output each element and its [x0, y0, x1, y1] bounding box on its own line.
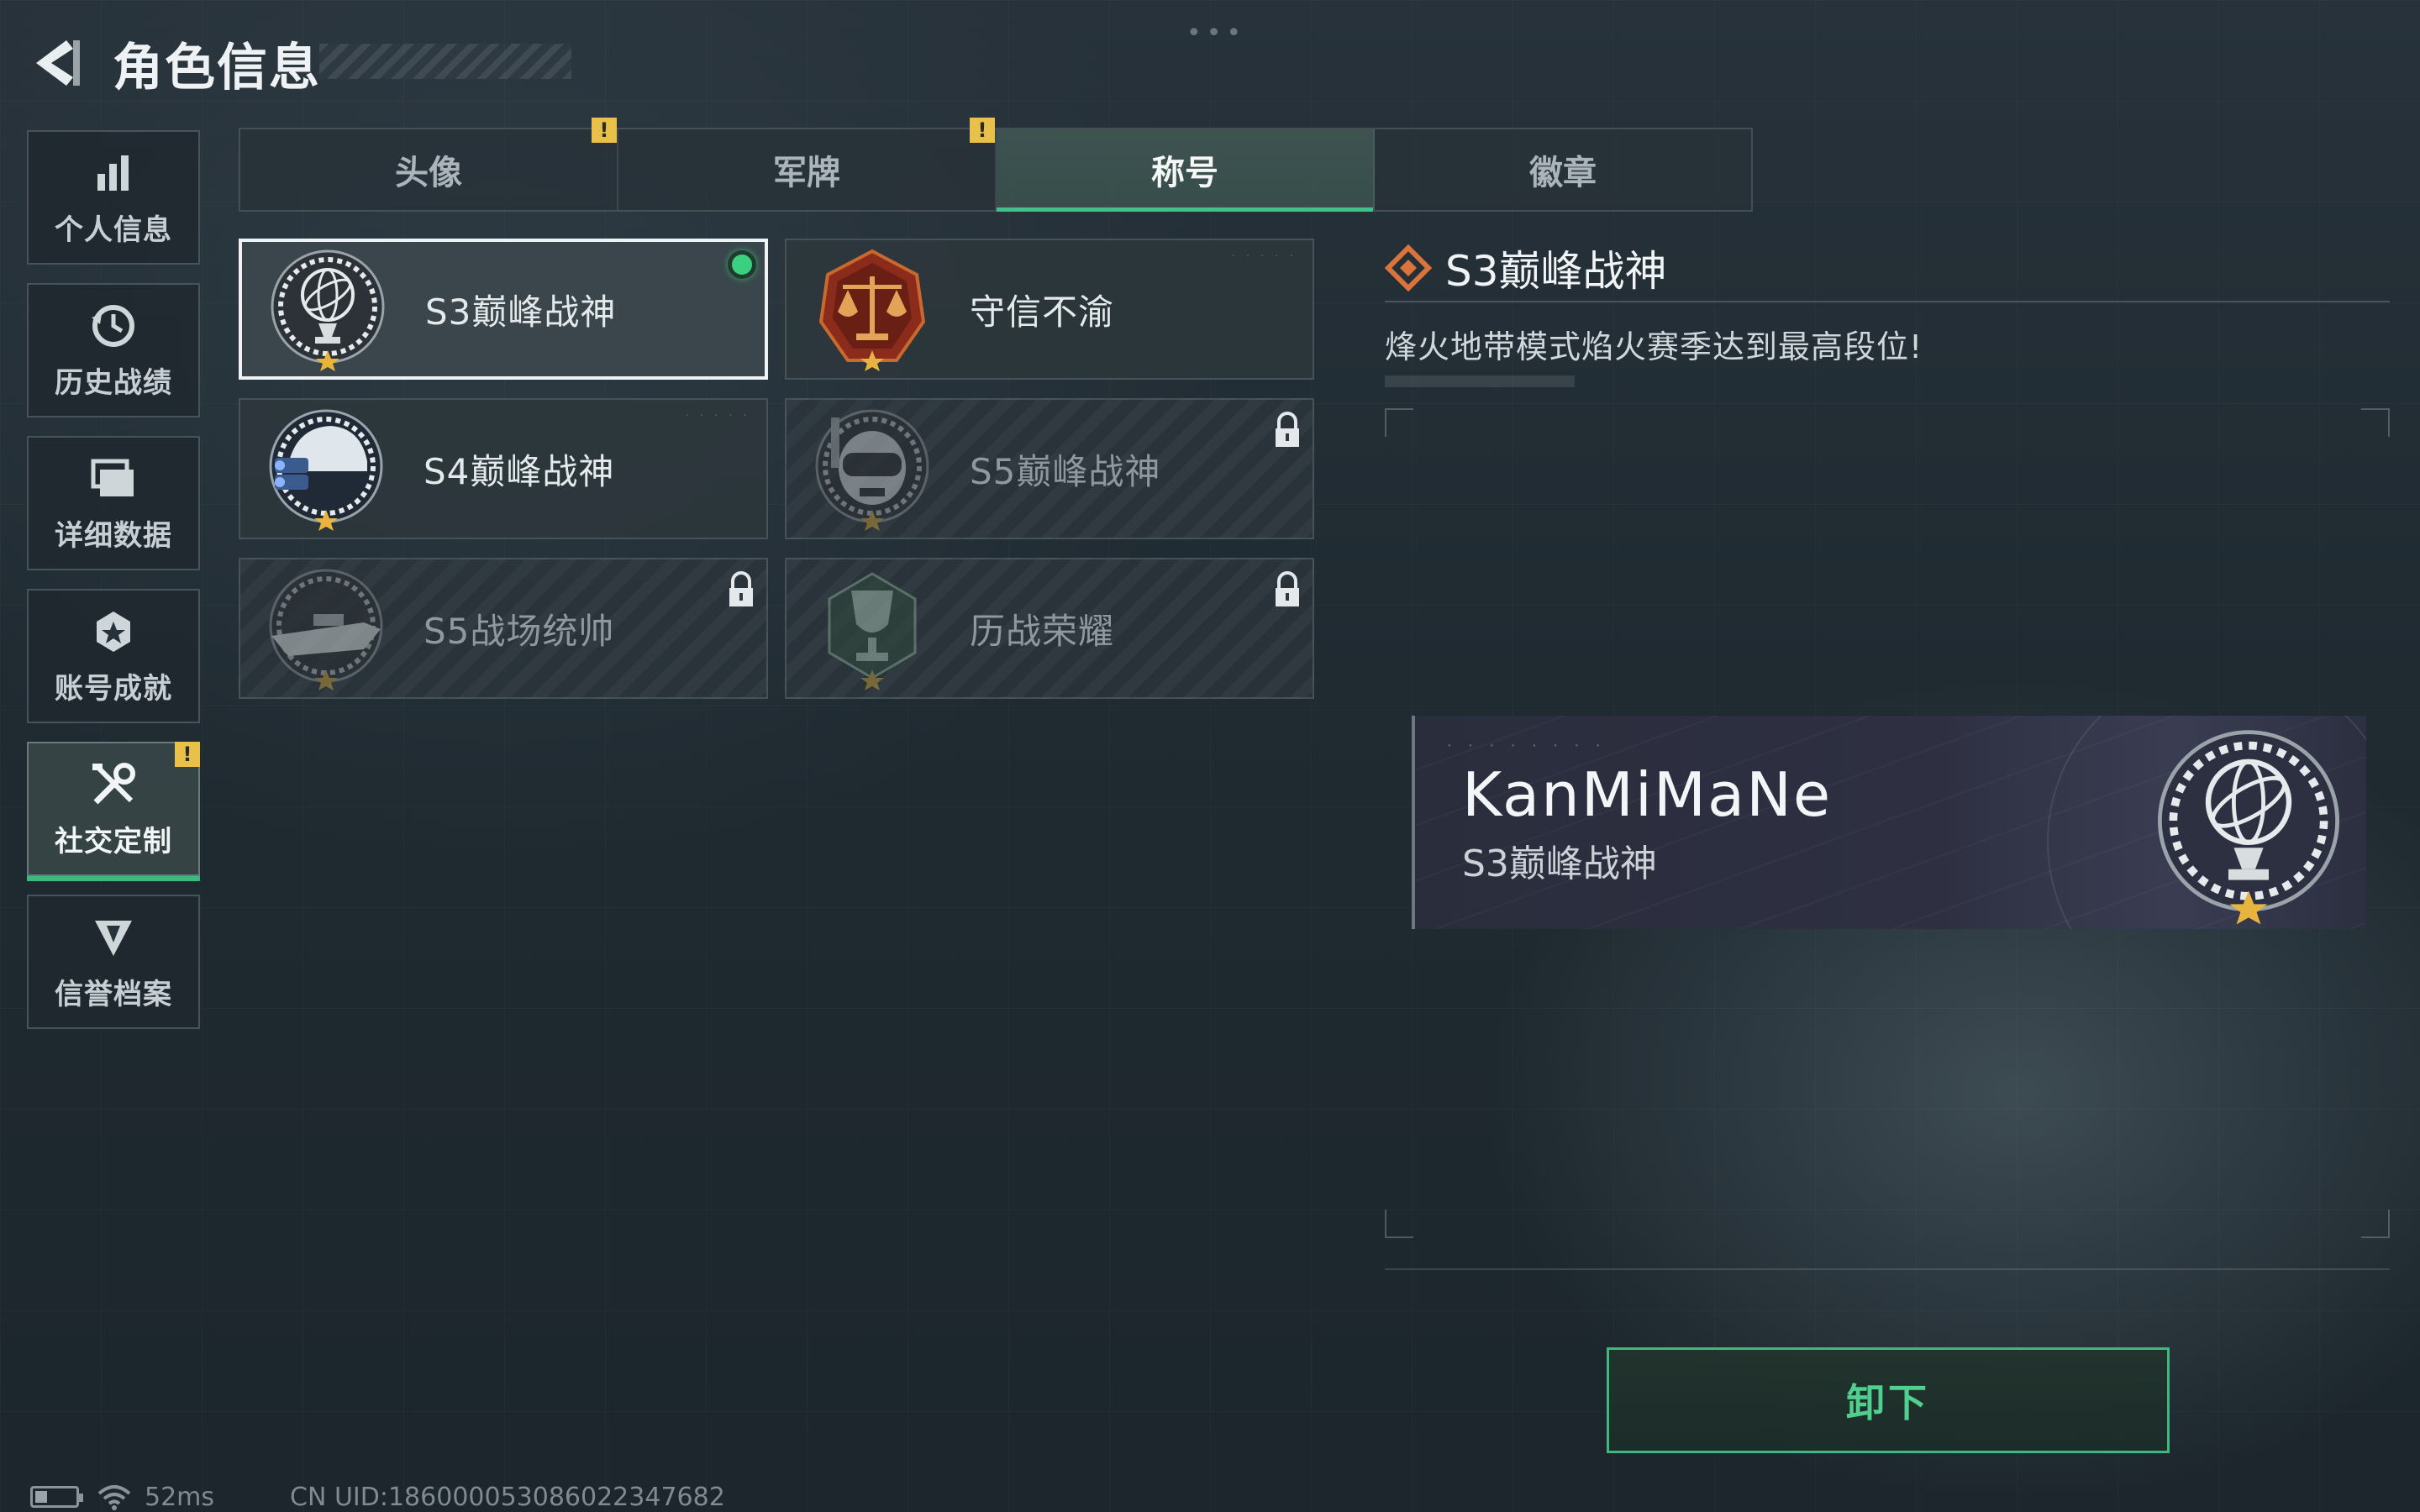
- wifi-icon: [97, 1485, 131, 1510]
- detail-title-row: S3巅峰战神: [1385, 235, 2390, 302]
- lock-icon: [729, 571, 753, 606]
- detail-decoration-bar: [1385, 375, 1575, 387]
- equipped-indicator: [728, 250, 756, 279]
- sidebar-item-label: 详细数据: [55, 518, 172, 553]
- title-card-name: S3巅峰战神: [425, 291, 617, 333]
- scales-of-justice-emblem-icon: [805, 242, 939, 376]
- sidebar-item-label: 个人信息: [55, 213, 172, 247]
- divider: [1385, 1268, 2390, 1270]
- trophy-emblem-icon: [805, 561, 939, 696]
- sidebar-item-history[interactable]: 历史战绩: [27, 283, 200, 417]
- sidebar-item-social-custom[interactable]: ! 社交定制: [27, 742, 200, 881]
- player-name: KanMiMaNe: [1462, 759, 1833, 830]
- sidebar-item-label: 历史战绩: [55, 365, 172, 400]
- frame-corner: [1385, 1210, 1413, 1238]
- warning-badge: !: [175, 742, 200, 767]
- clock-history-icon: [88, 301, 139, 351]
- title-card[interactable]: S5战场统帅: [239, 558, 768, 699]
- warning-badge: !: [970, 118, 995, 143]
- tools-icon: [88, 759, 139, 810]
- diving-mask-skull-emblem-icon: [805, 402, 939, 536]
- tab-bar: 头像 ! 军牌 ! 称号 徽章: [239, 118, 1753, 212]
- sidebar: 个人信息 历史战绩 详细数据 账号成就 ! 社交定制 信誉档案: [27, 130, 200, 1047]
- tab-military-tag[interactable]: 军牌 !: [618, 118, 997, 210]
- card-decoration-text: · · · · ·: [684, 410, 750, 421]
- frame-corner: [2361, 408, 2390, 437]
- lock-icon: [1276, 571, 1299, 606]
- title-card-name: 守信不渝: [970, 291, 1115, 333]
- status-bar: 52ms CN UID:1860000530860223476​82: [30, 1482, 725, 1512]
- sidebar-item-label: 账号成就: [55, 671, 172, 706]
- header: 角色信息: [25, 25, 321, 101]
- sidebar-item-achievements[interactable]: 账号成就: [27, 589, 200, 723]
- page-title: 角色信息: [113, 38, 321, 97]
- title-card[interactable]: · · · · · S4巅峰战神: [239, 398, 768, 539]
- more-dots-icon[interactable]: •••: [1186, 18, 1246, 48]
- battery-icon: [30, 1486, 83, 1508]
- title-card-name: S5巅峰战神: [970, 450, 1161, 492]
- armillary-sphere-emblem-icon: [260, 242, 395, 376]
- back-arrow-icon: [36, 40, 80, 86]
- nameplate-title: S3巅峰战神: [1462, 843, 1657, 885]
- title-card[interactable]: 历战荣耀: [785, 558, 1314, 699]
- tab-avatar[interactable]: 头像 !: [240, 118, 618, 210]
- shield-emblem-icon: [88, 912, 139, 963]
- sidebar-item-detail-data[interactable]: 详细数据: [27, 436, 200, 570]
- title-card-name: S5战场统帅: [424, 610, 615, 652]
- diamond-rank-icon: [1385, 244, 1432, 291]
- title-detail-panel: S3巅峰战神 烽火地带模式焰火赛季达到最高段位!: [1385, 235, 2390, 387]
- achievement-badge-icon: [88, 606, 139, 657]
- detail-title: S3巅峰战神: [1445, 247, 1667, 296]
- tab-title[interactable]: 称号: [997, 129, 1375, 212]
- title-card[interactable]: S5巅峰战神: [785, 398, 1314, 539]
- tab-label: 徽章: [1529, 154, 1597, 192]
- detail-description: 烽火地带模式焰火赛季达到最高段位!: [1385, 328, 1923, 365]
- speedboat-emblem-icon: [259, 561, 393, 696]
- sidebar-item-label: 信誉档案: [55, 977, 172, 1011]
- frame-corner: [2361, 1210, 2390, 1238]
- ping-value: 52ms: [145, 1482, 215, 1512]
- title-card[interactable]: · · · · · 守信不渝: [785, 239, 1314, 380]
- title-card-name: S4巅峰战神: [424, 450, 615, 492]
- unequip-button[interactable]: 卸下: [1607, 1347, 2170, 1453]
- armillary-sphere-emblem-icon: [2158, 730, 2339, 925]
- tab-label: 头像: [395, 154, 462, 192]
- nameplate-decoration-text: · · · · · · · ·: [1445, 738, 1605, 753]
- user-uid: CN UID:1860000530860223476​82: [290, 1482, 725, 1512]
- lock-icon: [1276, 412, 1299, 447]
- bar-chart-icon: [88, 148, 139, 198]
- sidebar-item-reputation[interactable]: 信誉档案: [27, 895, 200, 1029]
- sidebar-item-label: 社交定制: [55, 824, 172, 858]
- title-decoration: [319, 44, 571, 79]
- night-vision-helmet-emblem-icon: [259, 402, 393, 536]
- nameplate-preview: · · · · · · · · KanMiMaNe S3巅峰战神: [1412, 716, 2366, 929]
- tab-label: 军牌: [773, 154, 840, 192]
- tab-label: 称号: [1151, 154, 1218, 192]
- frame-corner: [1385, 408, 1413, 437]
- back-button[interactable]: [25, 29, 92, 97]
- title-card-name: 历战荣耀: [970, 610, 1115, 652]
- tab-badge[interactable]: 徽章: [1375, 129, 1751, 210]
- sidebar-item-personal-info[interactable]: 个人信息: [27, 130, 200, 265]
- card-decoration-text: · · · · ·: [1230, 250, 1296, 261]
- folder-icon: [88, 454, 139, 504]
- warning-badge: !: [592, 118, 617, 143]
- title-card[interactable]: S3巅峰战神: [239, 239, 768, 380]
